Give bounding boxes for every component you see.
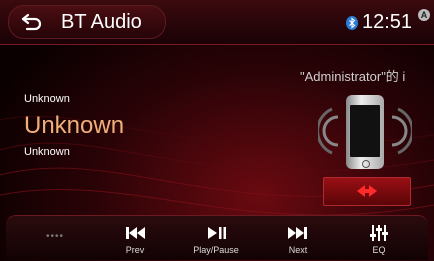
artist-label: Unknown xyxy=(24,93,70,105)
device-name: "Administrator"的 i xyxy=(300,69,406,84)
signal-left-icon xyxy=(318,107,339,155)
more-button[interactable]: •••• xyxy=(6,216,86,260)
more-dots: •••• xyxy=(46,231,65,242)
play-pause-label: Play/Pause xyxy=(193,245,239,255)
a-badge-icon: A xyxy=(418,9,430,21)
equalizer-icon xyxy=(370,225,388,241)
track-title: Unknown xyxy=(24,112,125,139)
bt-audio-screen: BT Audio 12:51 A "Administrator"的 i Unkn… xyxy=(0,0,434,261)
album-label: Unknown xyxy=(24,146,70,158)
phone-connection-graphic xyxy=(316,95,416,173)
back-arrow-icon xyxy=(21,13,42,31)
eq-label: EQ xyxy=(372,245,386,255)
prev-button[interactable]: Prev xyxy=(95,216,175,260)
eq-button[interactable]: EQ xyxy=(339,216,419,260)
signal-right-icon xyxy=(391,107,412,155)
back-button[interactable]: BT Audio xyxy=(8,5,166,39)
play-pause-button[interactable]: Play/Pause xyxy=(176,216,256,260)
next-button[interactable]: Next xyxy=(258,216,338,260)
next-label: Next xyxy=(288,245,308,255)
top-bar: BT Audio 12:51 A xyxy=(0,0,434,45)
prev-label: Prev xyxy=(125,245,145,255)
play-pause-icon xyxy=(208,227,226,239)
next-icon xyxy=(288,227,307,239)
link-arrows-icon xyxy=(357,185,377,197)
control-bar: •••• Prev Play/Pause Next EQ xyxy=(6,215,428,260)
phone-icon xyxy=(346,95,384,169)
clock: 12:51 xyxy=(362,11,413,33)
bluetooth-icon xyxy=(346,16,358,30)
page-title: BT Audio xyxy=(61,11,142,33)
disconnect-button[interactable] xyxy=(323,177,411,206)
prev-icon xyxy=(126,227,145,239)
